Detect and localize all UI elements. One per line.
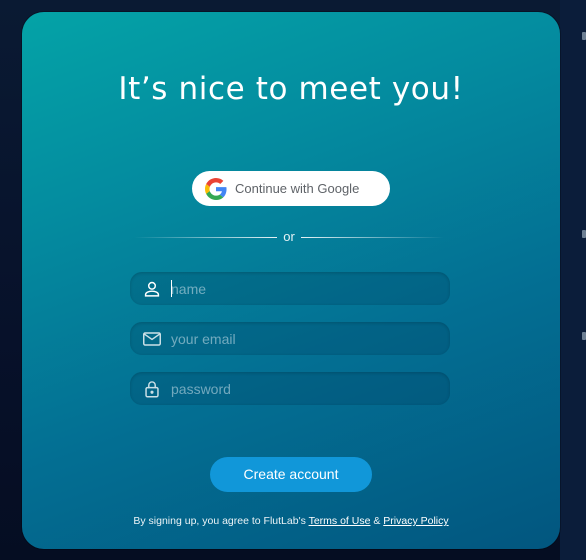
text-cursor <box>171 280 172 297</box>
continue-with-google-button[interactable]: Continue with Google <box>192 171 390 206</box>
background-mark <box>582 332 586 340</box>
legal-prefix: By signing up, you agree to FlutLab's <box>133 515 309 527</box>
name-field[interactable] <box>130 272 450 305</box>
or-divider: or <box>134 228 444 246</box>
page-title: It’s nice to meet you! <box>118 71 464 107</box>
signup-card: It’s nice to meet you! Continue with Goo… <box>22 12 560 549</box>
email-field[interactable] <box>130 322 450 355</box>
mail-icon <box>141 328 163 350</box>
lock-icon <box>141 378 163 400</box>
terms-of-use-link[interactable]: Terms of Use <box>309 515 371 527</box>
name-input[interactable] <box>171 276 450 301</box>
email-input[interactable] <box>171 326 450 351</box>
background-mark <box>582 32 586 40</box>
legal-notice: By signing up, you agree to FlutLab's Te… <box>22 515 560 527</box>
google-g-icon <box>205 177 227 200</box>
person-icon <box>141 278 163 300</box>
create-account-button[interactable]: Create account <box>210 457 372 492</box>
background-right-panel <box>560 0 586 560</box>
legal-joiner: & <box>370 515 384 527</box>
password-field[interactable] <box>130 372 450 405</box>
background-mark <box>582 230 586 238</box>
privacy-policy-link[interactable]: Privacy Policy <box>383 515 448 527</box>
google-button-label: Continue with Google <box>235 181 360 196</box>
password-input[interactable] <box>171 376 450 401</box>
divider-line-right <box>301 237 444 238</box>
